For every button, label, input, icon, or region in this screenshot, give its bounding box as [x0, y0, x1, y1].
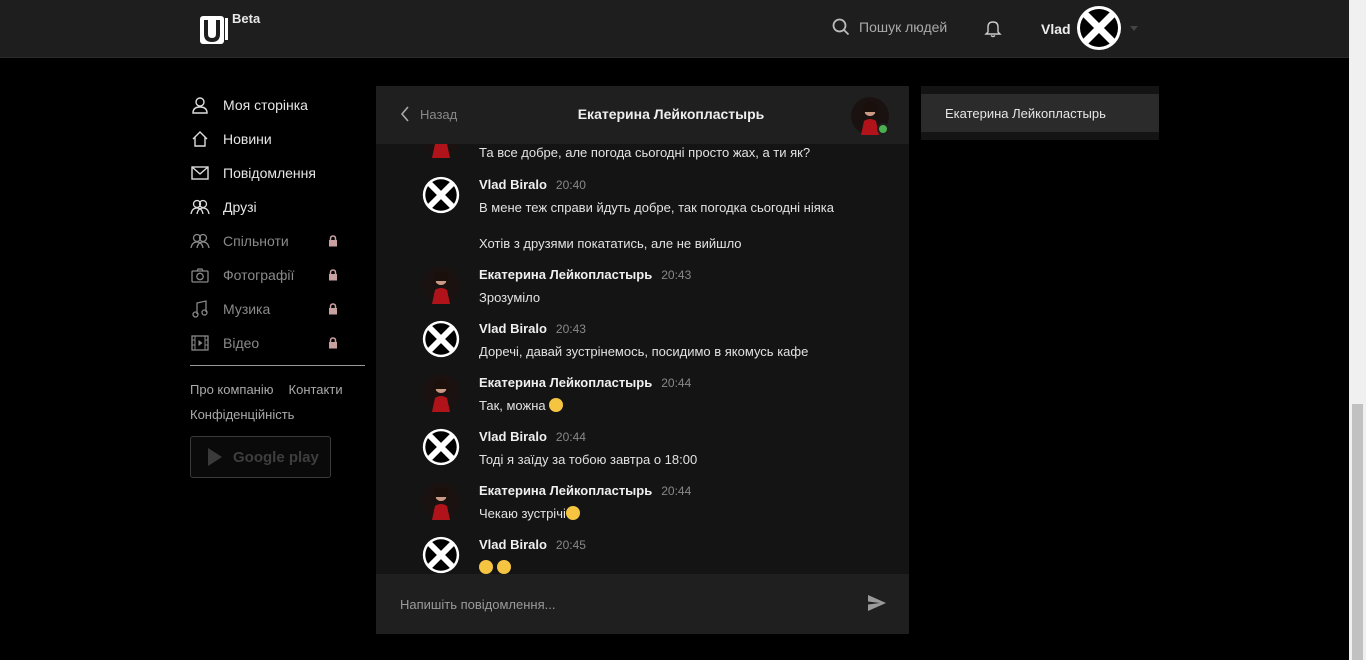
- online-indicator: [877, 123, 889, 135]
- play-store-icon: [208, 448, 222, 466]
- message-time: 20:44: [661, 376, 692, 390]
- message-time: 20:44: [661, 484, 692, 498]
- message-time: 20:45: [555, 538, 586, 552]
- message-text: Доречі, давай зустрінемось, посидимо в я…: [479, 344, 809, 359]
- message-text: Хотів з друзями покататись, але не вийшл…: [479, 236, 742, 251]
- avatar: [422, 374, 460, 412]
- message-text: Та все добре, але погода сьогодні просто…: [479, 145, 811, 160]
- beta-label: Beta: [232, 11, 261, 26]
- username[interactable]: Vlad: [1041, 21, 1071, 37]
- google-play-label: Google play: [233, 448, 319, 466]
- avatar: [422, 176, 460, 214]
- message-author: Екатерина Лейкопластырь 20:43: [479, 267, 692, 282]
- message-composer: [376, 574, 909, 634]
- privacy-link[interactable]: Конфіденційність: [190, 407, 294, 422]
- mail-icon: [190, 163, 210, 183]
- sidebar-item-label: Друзі: [223, 199, 257, 215]
- message-time: 20:43: [661, 268, 692, 282]
- avatar: [422, 536, 460, 574]
- home-icon: [190, 129, 210, 149]
- avatar: [422, 482, 460, 520]
- user-avatar[interactable]: [1076, 5, 1122, 51]
- search-icon: [832, 18, 850, 36]
- message-text: Так, можна: [479, 398, 564, 413]
- chat-header: Назад Екатерина Лейкопластырь: [376, 86, 909, 144]
- avatar: [422, 320, 460, 358]
- message-author: Vlad Biralo 20:40: [479, 177, 586, 192]
- camera-icon: [190, 265, 210, 285]
- video-icon: [190, 333, 210, 353]
- message-author: Vlad Biralo 20:45: [479, 537, 586, 552]
- people-search[interactable]: Пошук людей: [832, 18, 947, 36]
- search-label: Пошук людей: [859, 19, 948, 35]
- bell-icon[interactable]: [984, 19, 1002, 38]
- communities-icon: [190, 231, 210, 251]
- conversation-list: Екатерина Лейкопластырь: [921, 86, 1159, 140]
- google-play-button[interactable]: Google play: [190, 436, 331, 478]
- message-author: Екатерина Лейкопластырь 20:44: [479, 375, 692, 390]
- lock-icon: [329, 269, 337, 281]
- sidebar-nav: Моя сторінка Новини Повідомлення Друзі С…: [190, 88, 366, 360]
- message-text: Зрозуміло: [479, 290, 541, 305]
- lock-icon: [329, 235, 337, 247]
- sidebar-item-label: Музика: [223, 301, 271, 317]
- sidebar-item-music[interactable]: Музика: [190, 292, 366, 326]
- message-text: Чекаю зустрічі: [479, 506, 580, 521]
- sidebar-item-friends[interactable]: Друзі: [190, 190, 366, 224]
- avatar: [422, 428, 460, 466]
- message-time: 20:43: [555, 322, 586, 336]
- message-input[interactable]: [400, 594, 830, 614]
- smile-emoji-icon: [479, 560, 493, 574]
- avatar: [422, 266, 460, 304]
- message-time: 20:44: [555, 430, 586, 444]
- message-list[interactable]: Та все добре, але погода сьогодні просто…: [376, 144, 909, 574]
- sidebar-item-my-page[interactable]: Моя сторінка: [190, 88, 366, 122]
- message-author: Екатерина Лейкопластырь 20:44: [479, 483, 692, 498]
- contacts-link[interactable]: Контакти: [289, 382, 343, 397]
- sidebar-item-label: Моя сторінка: [223, 97, 308, 113]
- logo-icon[interactable]: [198, 14, 232, 46]
- lock-icon: [329, 337, 337, 349]
- sidebar-item-label: Новини: [223, 131, 272, 147]
- smile-emoji-icon: [496, 560, 511, 574]
- message-time: 20:40: [555, 178, 586, 192]
- sidebar-item-video[interactable]: Відео: [190, 326, 366, 360]
- sidebar-divider: [190, 365, 365, 366]
- message-text: Тоді я заїду за тобою завтра о 18:00: [479, 452, 698, 467]
- sidebar-item-communities[interactable]: Спільноти: [190, 224, 366, 258]
- sidebar-item-label: Повідомлення: [223, 165, 316, 181]
- sidebar-item-label: Фотографії: [223, 267, 295, 283]
- sidebar-item-label: Відео: [223, 335, 260, 351]
- conversation-item[interactable]: Екатерина Лейкопластырь: [921, 94, 1159, 132]
- friends-icon: [190, 197, 210, 217]
- smile-emoji-icon: [549, 398, 564, 412]
- sidebar-item-label: Спільноти: [223, 233, 289, 249]
- user-icon: [190, 95, 210, 115]
- sidebar-item-photos[interactable]: Фотографії: [190, 258, 366, 292]
- sidebar-item-news[interactable]: Новини: [190, 122, 366, 156]
- message-text: [479, 560, 511, 574]
- chevron-down-icon[interactable]: [1130, 26, 1138, 31]
- chat-panel: Назад Екатерина Лейкопластырь Та все доб…: [376, 86, 909, 634]
- send-icon[interactable]: [867, 594, 887, 612]
- top-bar: Beta Пошук людей Vlad: [0, 0, 1349, 58]
- page-scrollbar[interactable]: [1349, 0, 1366, 660]
- grin-emoji-icon: [565, 506, 580, 520]
- message-author: Vlad Biralo 20:44: [479, 429, 586, 444]
- about-link[interactable]: Про компанію: [190, 382, 274, 397]
- lock-icon: [329, 303, 337, 315]
- message-author: Vlad Biralo 20:43: [479, 321, 586, 336]
- sidebar-item-messages[interactable]: Повідомлення: [190, 156, 366, 190]
- contact-avatar: [422, 144, 460, 158]
- music-icon: [190, 299, 210, 319]
- scrollbar-thumb[interactable]: [1352, 404, 1363, 660]
- footer-links: Про компанію Контакти Конфіденційність: [190, 377, 366, 427]
- message-text: В мене теж справи йдуть добре, так погод…: [479, 200, 834, 215]
